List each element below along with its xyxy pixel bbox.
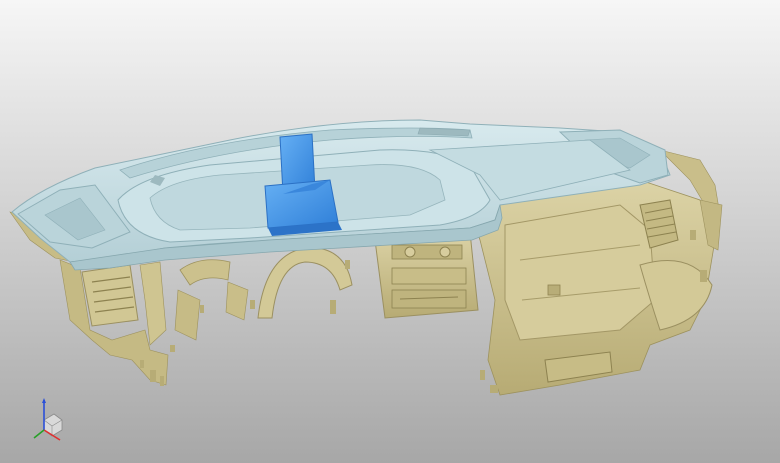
dashboard-3d-model[interactable] <box>0 0 780 463</box>
orientation-triad[interactable] <box>30 396 66 444</box>
y-axis-icon <box>33 429 45 439</box>
graphics-viewport[interactable] <box>0 0 780 463</box>
triad-cube-icon <box>43 413 63 437</box>
